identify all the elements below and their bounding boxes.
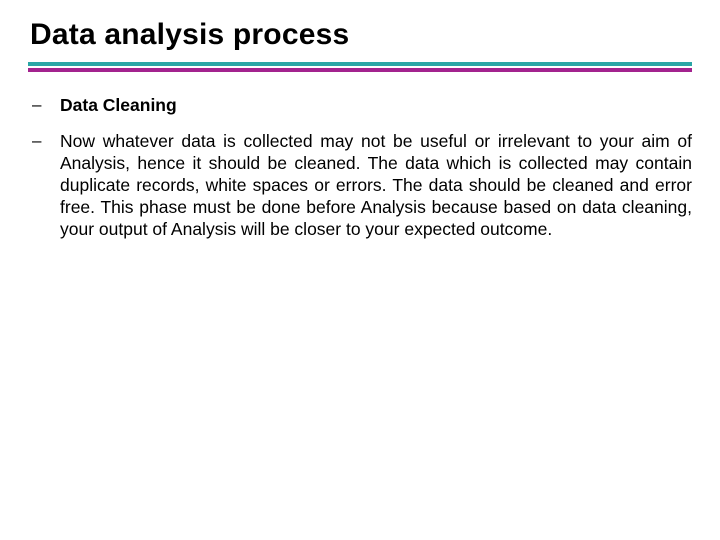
bullet-dash: – xyxy=(28,130,60,152)
slide-content: – Data Cleaning – Now whatever data is c… xyxy=(28,94,692,240)
item-body: Now whatever data is collected may not b… xyxy=(60,130,692,240)
slide: Data analysis process – Data Cleaning – … xyxy=(0,0,720,540)
item-heading: Data Cleaning xyxy=(60,94,692,116)
list-item: – Data Cleaning xyxy=(28,94,692,116)
slide-title: Data analysis process xyxy=(30,18,692,52)
underline-teal xyxy=(28,62,692,66)
bullet-dash: – xyxy=(28,94,60,116)
underline-magenta xyxy=(28,68,692,72)
list-item: – Now whatever data is collected may not… xyxy=(28,130,692,240)
title-underline xyxy=(28,62,692,72)
